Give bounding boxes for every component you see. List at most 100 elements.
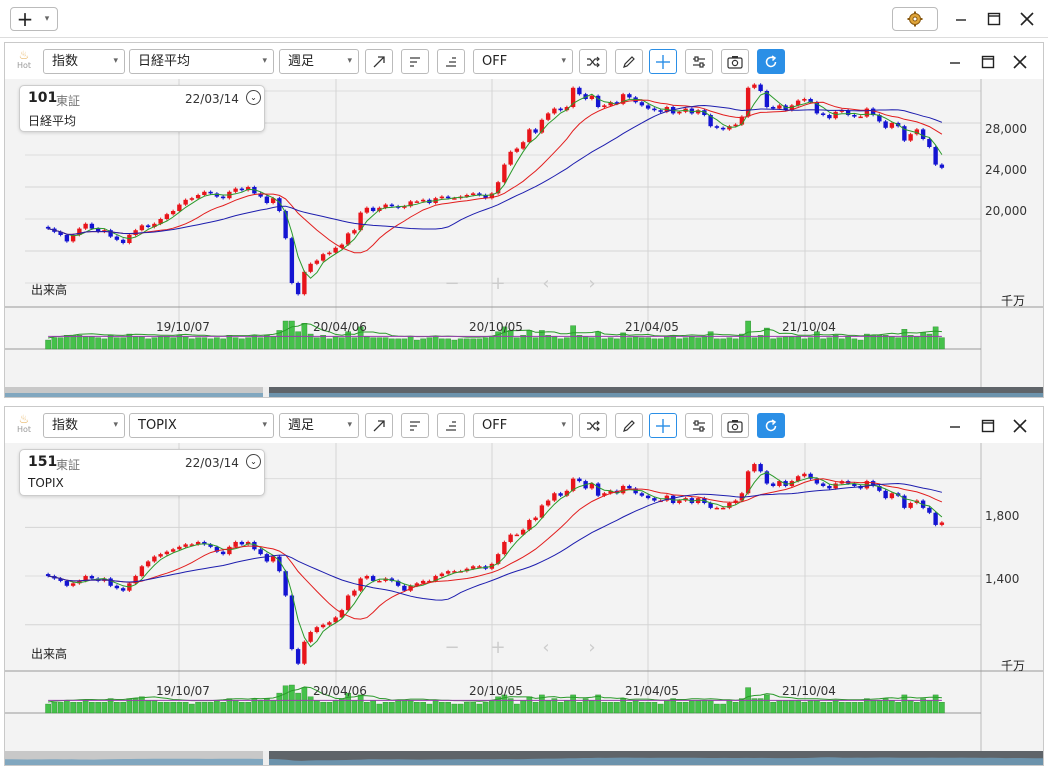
candle-body [558,493,563,496]
refresh-button[interactable] [757,49,785,74]
volume-bar [701,700,708,714]
volume-bar [89,702,95,714]
index-type-select[interactable]: 指数 ▾ [43,49,125,74]
volume-bar [845,702,851,714]
candle-body [164,214,170,219]
candle-body [520,142,526,149]
settings-sliders-icon [693,55,705,68]
scroll-right-button[interactable]: › [579,273,605,295]
volume-bar [489,700,495,714]
volume-bar [114,337,120,350]
period-select[interactable]: 週足 ▾ [279,413,359,438]
candle-body [570,87,576,107]
refresh-button[interactable] [757,413,785,438]
candle-body [227,546,232,555]
volume-bar [614,702,620,714]
draw-button[interactable] [615,413,643,438]
window-minimize-button[interactable] [950,8,972,30]
chevron-down-circle-icon[interactable]: ⌄ [246,454,261,469]
align-left-button[interactable] [401,413,429,438]
volume-bar [257,700,264,714]
panel-close-button[interactable] [1011,53,1029,71]
scroll-left-button[interactable]: ‹ [533,273,559,295]
scroll-left-button[interactable]: ‹ [533,637,559,659]
volume-bar [707,700,714,714]
volume-bar [514,337,520,350]
shuffle-button[interactable] [579,413,607,438]
overlay-select[interactable]: OFF ▾ [473,49,573,74]
hot-indicator: ♨ Hot [13,49,35,70]
minimize-icon [950,426,960,428]
index-name-select[interactable]: 日経平均 ▾ [129,49,274,74]
panel-close-button[interactable] [1011,417,1029,435]
panel-minimize-button[interactable] [946,417,964,435]
volume-bar [201,337,208,350]
volume-bar [645,702,651,714]
candle-body [170,549,176,552]
period-select[interactable]: 週足 ▾ [279,49,359,74]
volume-bar [695,337,701,350]
zoom-out-button[interactable]: − [439,637,465,659]
scroll-right-button[interactable]: › [579,637,605,659]
candle-body [933,147,938,165]
volume-bar [526,696,533,714]
crosshair-button[interactable] [649,49,677,74]
chevron-down-circle-icon[interactable]: ⌄ [246,90,261,105]
window-close-button[interactable] [1016,8,1038,30]
trend-line-button[interactable] [365,49,393,74]
screenshot-button[interactable] [721,413,749,438]
zoom-in-button[interactable]: + [485,637,511,659]
volume-bar [801,338,808,350]
settings-button[interactable] [892,7,938,31]
indicator-settings-button[interactable] [685,413,713,438]
volume-bar [70,702,76,714]
candle-body [164,551,170,555]
align-left-button[interactable] [401,49,429,74]
shuffle-button[interactable] [579,49,607,74]
align-right-button[interactable] [437,49,465,74]
crosshair-button[interactable] [649,413,677,438]
volume-bar [451,339,458,350]
volume-bar [476,703,483,714]
volume-bar [101,338,108,350]
overlay-select[interactable]: OFF ▾ [473,413,573,438]
volume-bar [226,335,233,350]
zoom-out-button[interactable]: − [439,273,465,295]
volume-bar [232,337,239,350]
candle-body [345,595,351,611]
volume-bar [876,700,883,714]
volume-bar [239,702,245,714]
window-maximize-button[interactable] [983,8,1005,30]
panel-maximize-button[interactable] [979,53,997,71]
volume-bar [164,336,170,350]
candle-body [364,207,370,213]
index-name-select[interactable]: TOPIX ▾ [129,413,274,438]
trend-line-button[interactable] [365,413,393,438]
zoom-in-button[interactable]: + [485,273,511,295]
align-right-button[interactable] [437,413,465,438]
stock-code: 101 [28,90,58,106]
candle-body [170,211,176,215]
add-chart-button[interactable]: + ▾ [10,7,58,31]
maximize-icon [981,55,995,69]
indicator-settings-button[interactable] [685,49,713,74]
draw-button[interactable] [615,49,643,74]
screenshot-button[interactable] [721,49,749,74]
candle-body [852,115,857,117]
y-tick-label: 1,400 [985,572,1020,586]
volume-bar [657,703,664,714]
volume-bar [801,702,808,714]
candle-body [195,195,201,199]
candle-body [414,201,420,203]
volume-bar [576,702,583,714]
candle-body [289,595,295,650]
panel-maximize-button[interactable] [979,417,997,435]
volume-bar [407,700,414,714]
candle-body [639,493,645,496]
panel-minimize-button[interactable] [946,53,964,71]
index-type-select[interactable]: 指数 ▾ [43,413,125,438]
candle-body [420,199,426,202]
volume-bar [101,702,108,714]
candle-body [264,554,270,562]
volume-bar [57,702,64,714]
